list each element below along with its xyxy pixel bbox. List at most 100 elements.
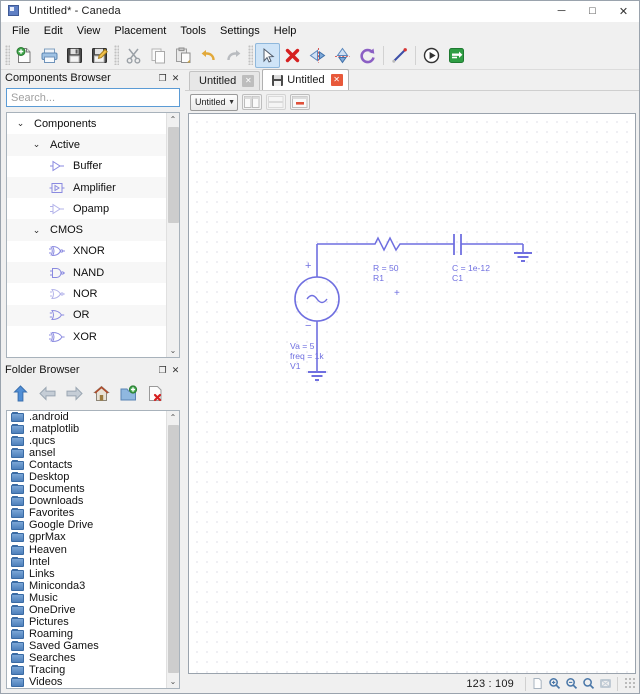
scroll-up-icon[interactable]: ⌃	[166, 113, 179, 126]
component-tree-item-nand[interactable]: NAND	[7, 262, 166, 284]
select-tool-button[interactable]	[255, 42, 280, 68]
redo-button[interactable]	[221, 43, 246, 68]
simulate-button[interactable]	[419, 43, 444, 68]
delete-button[interactable]	[280, 43, 305, 68]
open-simulation-button[interactable]	[444, 43, 469, 68]
menu-tools[interactable]: Tools	[173, 23, 213, 40]
component-tree-item-active[interactable]: ⌄ Active	[7, 134, 166, 156]
minimize-button[interactable]: ─	[546, 1, 577, 22]
go-home-button[interactable]	[90, 382, 112, 404]
folder-list-item[interactable]: Videos	[7, 676, 166, 688]
zoom-fit-button[interactable]	[597, 676, 614, 692]
components-browser-close-button[interactable]: ✕	[169, 72, 182, 85]
component-tree-item-buffer[interactable]: Buffer	[7, 156, 166, 177]
menu-help[interactable]: Help	[267, 23, 304, 40]
component-tree-item-xnor[interactable]: XNOR	[7, 241, 166, 262]
new-folder-button[interactable]	[117, 382, 139, 404]
folder-list-item[interactable]: Miniconda3	[7, 580, 166, 592]
folder-list-item[interactable]: .matplotlib	[7, 423, 166, 435]
folder-list-item[interactable]: Saved Games	[7, 640, 166, 652]
split-horizontal-button[interactable]	[266, 94, 286, 110]
fit-page-button[interactable]	[529, 676, 546, 692]
go-forward-button[interactable]	[63, 382, 85, 404]
tab-untitled-2[interactable]: Untitled ✕	[262, 69, 349, 90]
component-tree-item-amplifier[interactable]: Amplifier	[7, 176, 166, 199]
folder-list-item[interactable]: Favorites	[7, 507, 166, 519]
zoom-reset-button[interactable]	[580, 676, 597, 692]
zoom-out-button[interactable]	[563, 676, 580, 692]
search-input[interactable]	[6, 88, 180, 107]
folder-list-item[interactable]: Intel	[7, 556, 166, 568]
zoom-in-button[interactable]	[546, 676, 563, 692]
undo-button[interactable]	[196, 43, 221, 68]
menu-file[interactable]: File	[5, 23, 37, 40]
toolbar-grip[interactable]	[5, 45, 10, 65]
folder-list-item[interactable]: Desktop	[7, 471, 166, 483]
folder-list-item[interactable]: Google Drive	[7, 519, 166, 531]
maximize-button[interactable]: □	[577, 1, 608, 22]
tab-close-icon[interactable]: ✕	[330, 74, 343, 86]
menu-settings[interactable]: Settings	[213, 23, 267, 40]
folder-list-item[interactable]: Tracing	[7, 664, 166, 676]
folder-list-item[interactable]: Contacts	[7, 459, 166, 471]
folder-list-scrollbar[interactable]: ⌃ ⌄	[166, 411, 179, 689]
folder-scroll-up-icon[interactable]: ⌃	[166, 411, 179, 424]
component-tree-item-components[interactable]: ⌄ Components	[7, 113, 166, 134]
close-split-button[interactable]	[290, 94, 310, 110]
component-tree-item-nor[interactable]: NOR	[7, 283, 166, 304]
resize-grip-icon[interactable]	[624, 677, 637, 690]
delete-file-button[interactable]	[144, 382, 166, 404]
components-tree-scrollbar[interactable]: ⌃ ⌄	[166, 113, 179, 357]
mirror-horizontal-button[interactable]	[305, 43, 330, 68]
folder-list-item[interactable]: Pictures	[7, 616, 166, 628]
component-tree-item-xor[interactable]: XOR	[7, 326, 166, 347]
rotate-button[interactable]	[355, 43, 380, 68]
folder-list-item[interactable]: .android	[7, 411, 166, 423]
mirror-vertical-button[interactable]	[330, 43, 355, 68]
go-back-button[interactable]	[36, 382, 58, 404]
folder-list-item[interactable]: gprMax	[7, 531, 166, 543]
folder-list-item[interactable]: Links	[7, 568, 166, 580]
scrollbar-thumb[interactable]	[168, 127, 179, 223]
split-vertical-button[interactable]	[242, 94, 262, 110]
component-tree-item-opamp[interactable]: Opamp	[7, 198, 166, 219]
folder-list-item[interactable]: Music	[7, 592, 166, 604]
folder-scroll-down-icon[interactable]: ⌄	[166, 675, 179, 689]
folder-list-item[interactable]: Heaven	[7, 544, 166, 556]
chevron-down-icon[interactable]: ⌄	[31, 139, 42, 150]
folder-list-item[interactable]: Downloads	[7, 495, 166, 507]
menu-edit[interactable]: Edit	[37, 23, 70, 40]
folder-list-item[interactable]: OneDrive	[7, 604, 166, 616]
folder-browser-close-button[interactable]: ✕	[169, 364, 182, 377]
component-tree-item-or[interactable]: OR	[7, 304, 166, 326]
folder-browser-float-button[interactable]: ❐	[156, 364, 169, 377]
tab-close-icon[interactable]: ✕	[242, 75, 255, 87]
folder-scrollbar-thumb[interactable]	[168, 425, 179, 673]
chevron-down-icon[interactable]: ⌄	[15, 118, 26, 129]
toolbar-grip-3[interactable]	[248, 45, 253, 65]
menu-placement[interactable]: Placement	[107, 23, 173, 40]
folder-list-item[interactable]: Roaming	[7, 628, 166, 640]
components-tree[interactable]: ⌄ Components ⌄ Active Buffer Amplifier Opamp ⌄ C…	[7, 113, 166, 357]
menu-view[interactable]: View	[70, 23, 108, 40]
chevron-down-icon[interactable]: ⌄	[31, 225, 42, 236]
schematic-canvas[interactable]: R = 50 R1 C = 1e-12 C1 Va = 5 freq = 1k …	[189, 114, 635, 673]
new-document-button[interactable]	[12, 43, 37, 68]
document-select[interactable]: Untitled ▼	[190, 93, 238, 111]
save-button[interactable]	[62, 43, 87, 68]
component-tree-item-cmos[interactable]: ⌄ CMOS	[7, 219, 166, 241]
folder-list-item[interactable]: ansel	[7, 447, 166, 459]
components-browser-float-button[interactable]: ❐	[156, 72, 169, 85]
wire-tool-button[interactable]	[387, 43, 412, 68]
print-button[interactable]	[37, 43, 62, 68]
toolbar-grip-2[interactable]	[114, 45, 119, 65]
close-button[interactable]: ✕	[608, 1, 639, 22]
folder-list-item[interactable]: Documents	[7, 483, 166, 495]
folder-list-item[interactable]: .qucs	[7, 435, 166, 447]
tab-untitled-1[interactable]: Untitled ✕	[189, 71, 261, 90]
paste-button[interactable]	[171, 43, 196, 68]
folder-list-item[interactable]: Searches	[7, 652, 166, 664]
cut-button[interactable]	[121, 43, 146, 68]
save-as-button[interactable]	[87, 43, 112, 68]
scroll-down-icon[interactable]: ⌄	[166, 344, 179, 357]
